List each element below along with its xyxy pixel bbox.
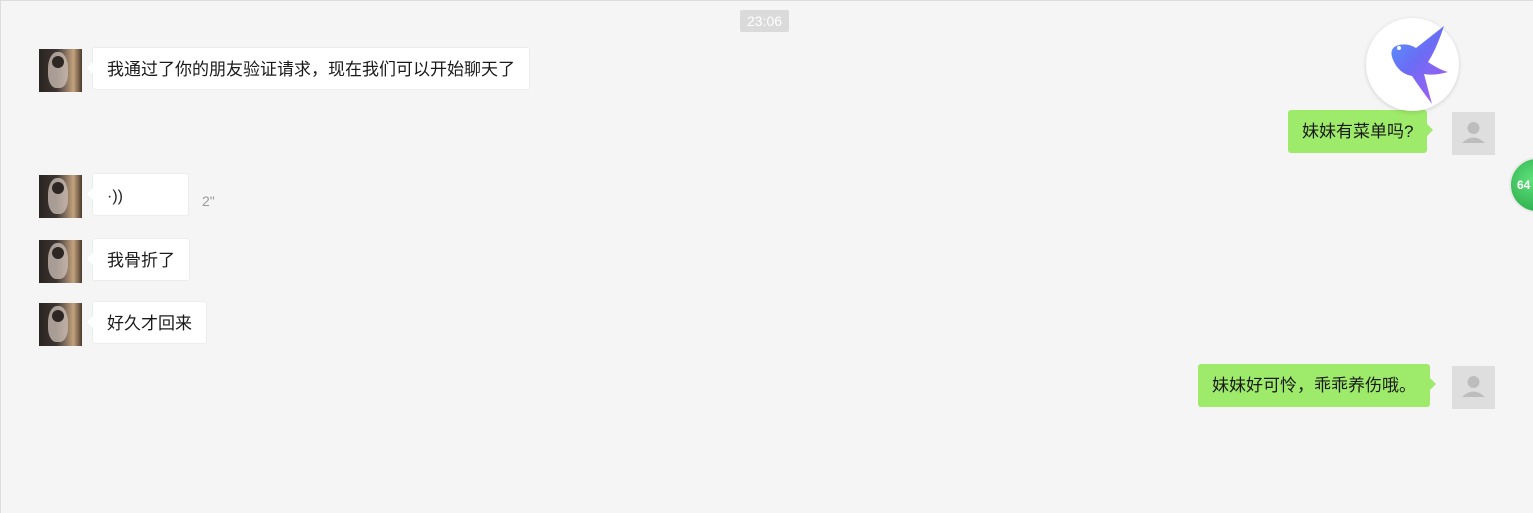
default-user-icon <box>1462 122 1485 143</box>
outgoing-message-bubble[interactable]: 妹妹有菜单吗? <box>1288 110 1434 153</box>
incoming-message-bubble[interactable]: 我骨折了 <box>87 238 190 281</box>
voice-message-bubble[interactable]: ·)) <box>87 173 189 216</box>
self-avatar[interactable] <box>1452 112 1495 155</box>
contact-avatar[interactable] <box>39 303 82 346</box>
message-timestamp: 23:06 <box>740 10 790 32</box>
hummingbird-logo-icon <box>1374 26 1448 104</box>
contact-avatar[interactable] <box>39 49 82 92</box>
incoming-message-bubble[interactable]: 我通过了你的朋友验证请求，现在我们可以开始聊天了 <box>87 47 530 90</box>
self-avatar[interactable] <box>1452 366 1495 409</box>
voice-duration: 2" <box>202 193 215 209</box>
outgoing-message-bubble[interactable]: 妹妹好可怜，乖乖养伤哦。 <box>1198 364 1436 407</box>
contact-avatar[interactable] <box>39 240 82 283</box>
floating-download-widget[interactable] <box>1366 18 1459 111</box>
incoming-message-bubble[interactable]: 好久才回来 <box>87 301 207 344</box>
voice-wave-icon: ·)) <box>107 188 123 205</box>
contact-avatar[interactable] <box>39 175 82 218</box>
default-user-icon <box>1462 376 1485 397</box>
